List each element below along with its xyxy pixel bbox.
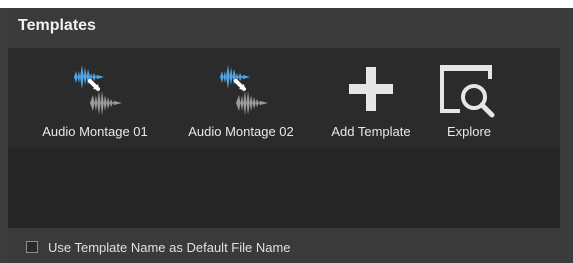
audio-waveform-icon — [206, 56, 276, 122]
template-label: Audio Montage 02 — [188, 124, 294, 139]
window-top-edge — [0, 0, 573, 8]
template-audio-montage-02[interactable]: Audio Montage 02 — [174, 56, 308, 148]
explore-button[interactable]: Explore — [432, 56, 506, 148]
explore-label: Explore — [446, 124, 492, 139]
audio-waveform-icon — [60, 56, 130, 122]
plus-icon — [343, 56, 399, 122]
default-file-name-checkbox[interactable] — [26, 241, 38, 253]
default-file-name-label: Use Template Name as Default File Name — [48, 240, 291, 255]
template-audio-montage-01[interactable]: Audio Montage 01 — [28, 56, 162, 148]
panel-title: Templates — [18, 17, 96, 34]
add-template-button[interactable]: Add Template — [318, 56, 424, 148]
template-label: Audio Montage 01 — [42, 124, 148, 139]
add-template-label: Add Template — [331, 124, 411, 139]
explore-search-icon — [436, 56, 502, 122]
